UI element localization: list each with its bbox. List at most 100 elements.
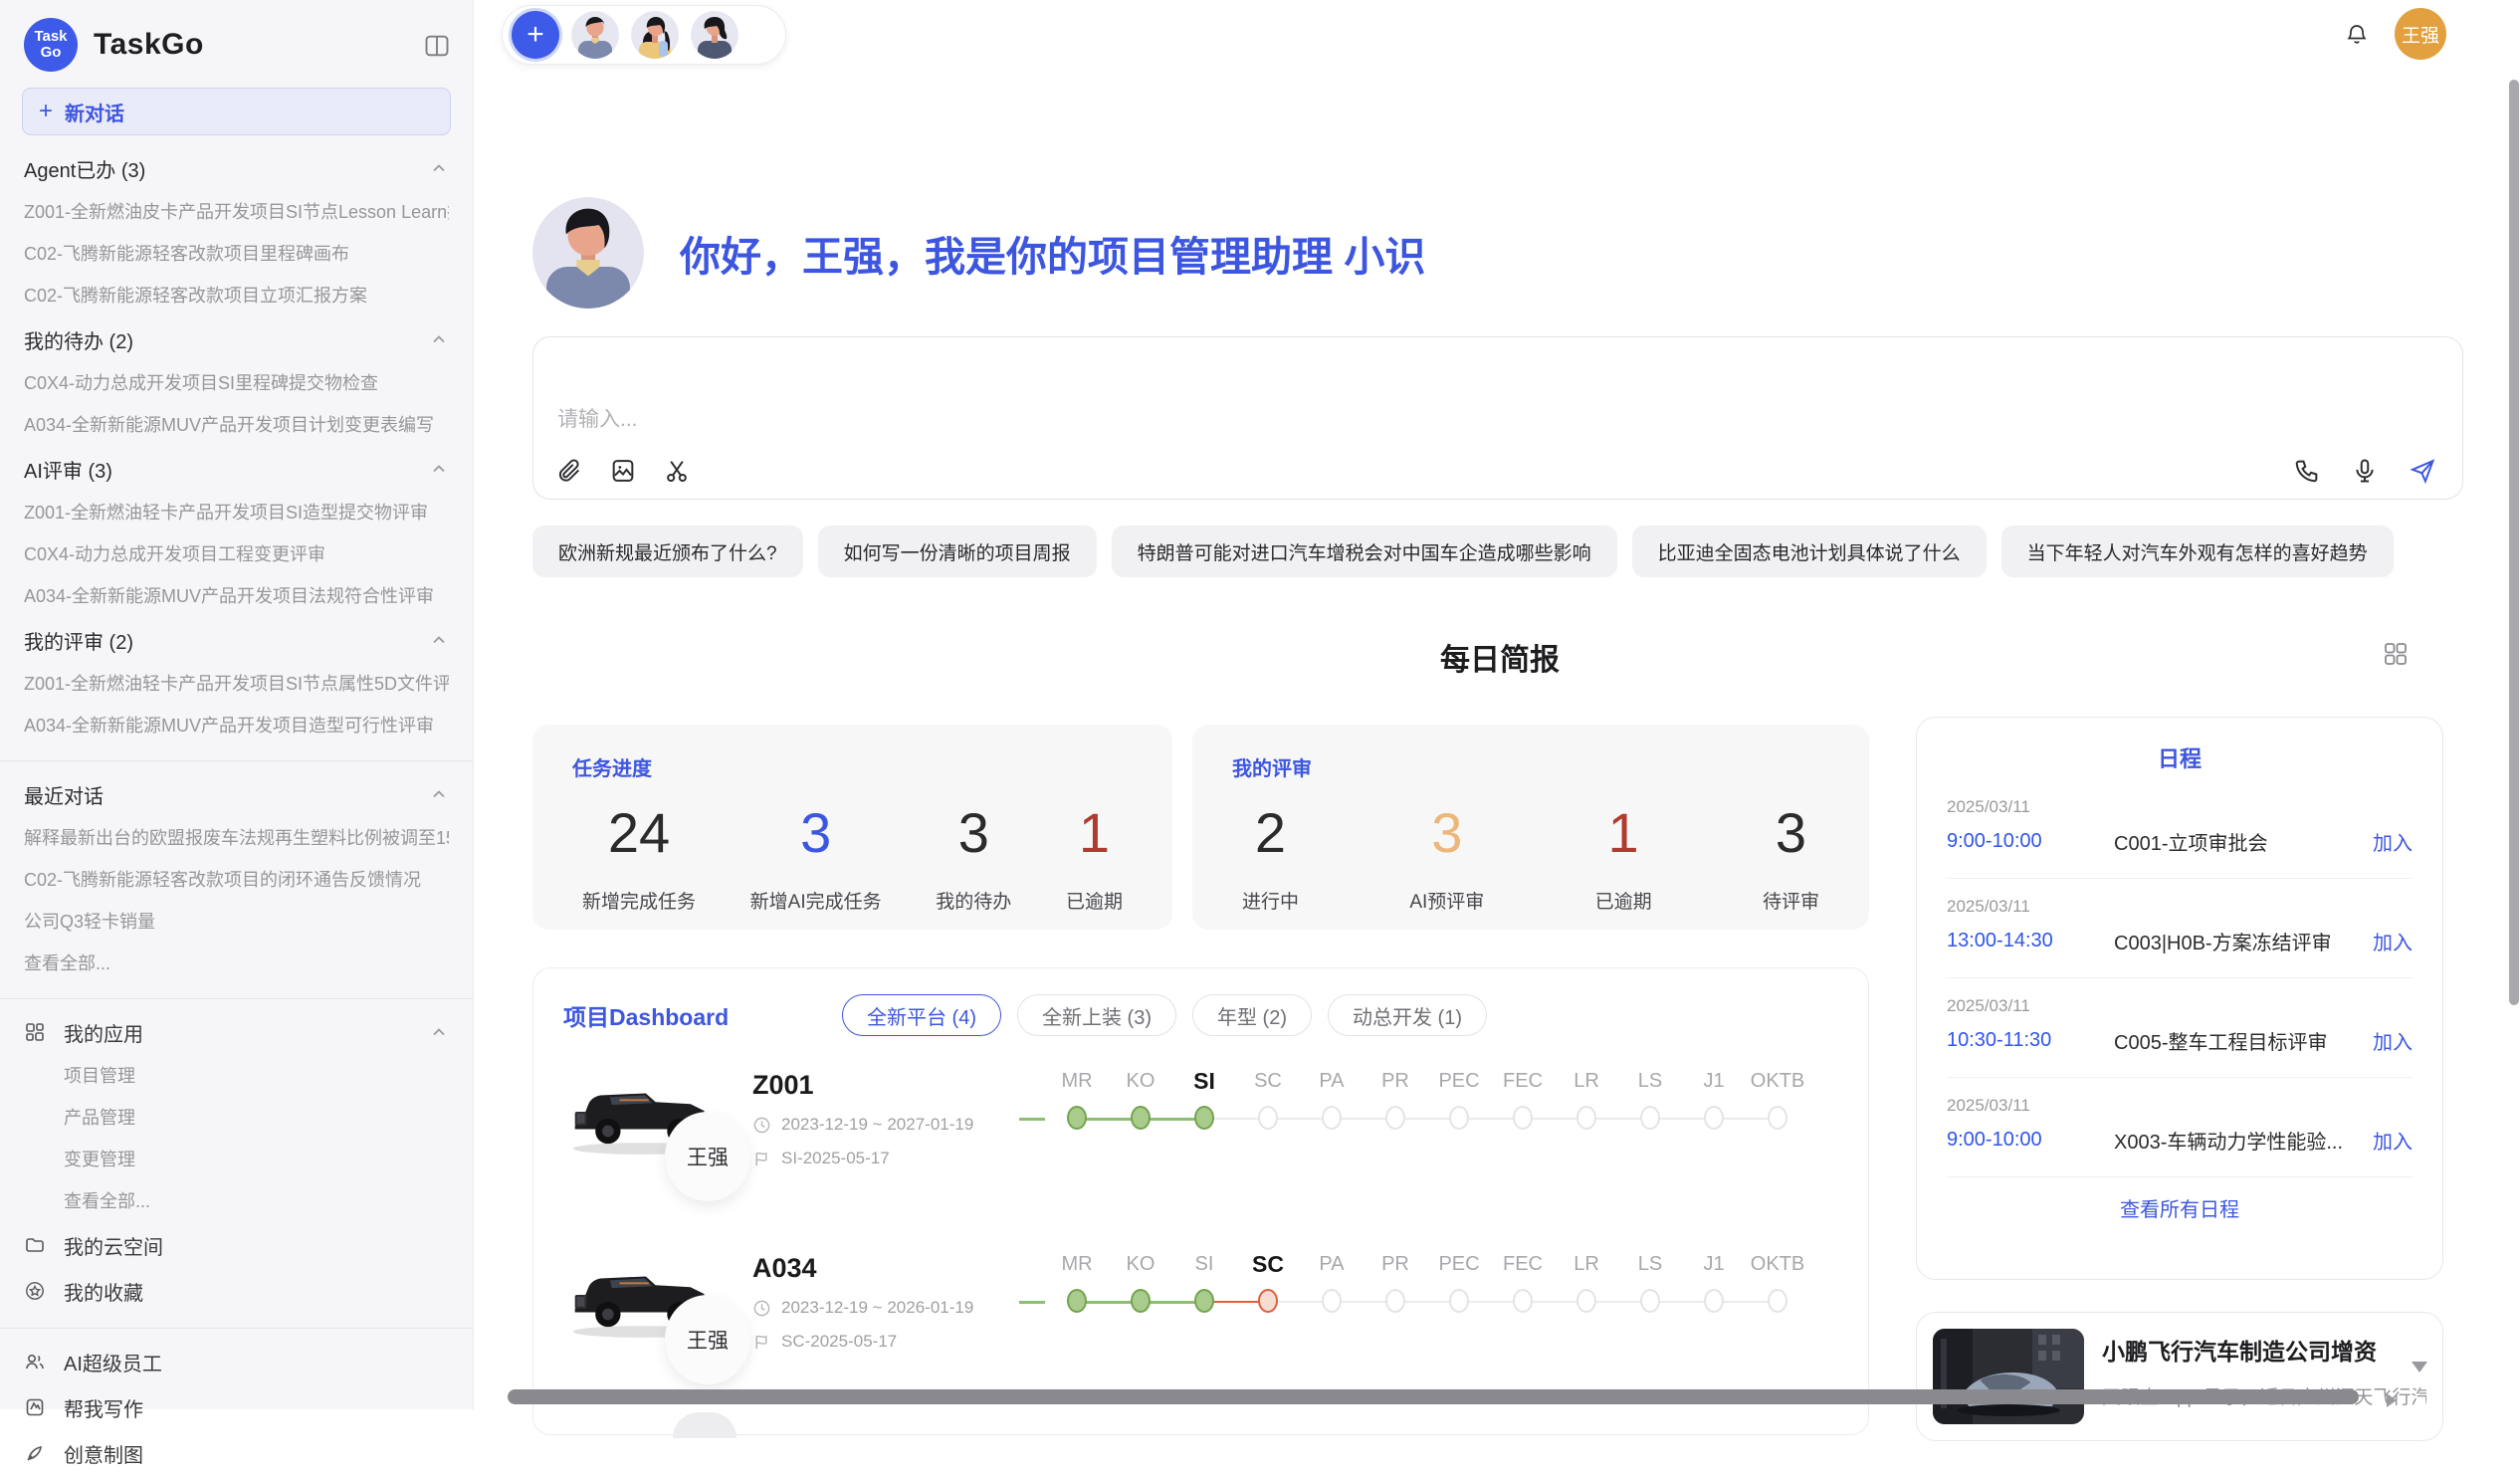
input-right-tools [2293, 457, 2436, 485]
phone-icon[interactable] [2293, 457, 2321, 485]
stat: 3 AI预评审 [1409, 797, 1484, 914]
milestone: LR [1555, 1066, 1618, 1219]
suggestion-chip[interactable]: 当下年轻人对汽车外观有怎样的喜好趋势 [2001, 526, 2394, 577]
user-avatar[interactable]: 王强 [2395, 8, 2446, 60]
main-area: + [474, 0, 2520, 1409]
section-my-todo[interactable]: 我的待办 (2) [24, 316, 449, 362]
project-row[interactable]: 王强 A034 2023-12-19 ~ 2026-01-19 [563, 1245, 1838, 1402]
chevron-up-icon[interactable] [429, 630, 449, 650]
microphone-icon[interactable] [2351, 457, 2379, 485]
list-item[interactable]: C02-飞腾新能源轻客改款项目里程碑画布 [24, 233, 449, 275]
chevron-up-icon[interactable] [429, 158, 449, 178]
divider [0, 998, 473, 999]
project-code: Z001 [752, 1070, 1019, 1101]
my-favorites[interactable]: 我的收藏 [24, 1268, 449, 1314]
list-item[interactable]: C0X4-动力总成开发项目工程变更评审 [24, 533, 449, 575]
list-item[interactable]: 公司Q3轻卡销量 [24, 901, 449, 943]
join-link[interactable]: 加入 [2373, 1026, 2413, 1055]
divider [0, 760, 473, 761]
tab-platform[interactable]: 全新平台 (4) [842, 994, 1001, 1036]
join-link[interactable]: 加入 [2373, 1126, 2413, 1155]
milestone-dot-done [1131, 1106, 1151, 1130]
ai-super-staff[interactable]: AI超级员工 [24, 1339, 449, 1384]
input-placeholder: 请输入... [557, 403, 638, 433]
list-item[interactable]: C02-飞腾新能源轻客改款项目的闭环通告反馈情况 [24, 859, 449, 901]
schedule-name: C003|H0B-方案冻结评审 [2114, 927, 2373, 955]
horizontal-scrollbar[interactable] [508, 1389, 2359, 1404]
layout-grid-icon[interactable] [2383, 641, 2409, 667]
section-recent-chats[interactable]: 最近对话 [24, 771, 449, 817]
attachment-icon[interactable] [555, 457, 583, 485]
join-link[interactable]: 加入 [2373, 927, 2413, 955]
notification-bell-icon[interactable] [2345, 22, 2369, 46]
suggestion-chip[interactable]: 欧洲新规最近颁布了什么? [532, 526, 803, 577]
milestone: J1 [1682, 1249, 1746, 1402]
news-card[interactable]: 小鹏飞行汽车制造公司增资 天眼查 App 显示，近日广州汇天飞行汽... [1916, 1312, 2443, 1441]
app-item[interactable]: 变更管理 [24, 1139, 449, 1180]
help-me-write[interactable]: 帮我写作 [24, 1384, 449, 1430]
view-all-schedule-link[interactable]: 查看所有日程 [1947, 1193, 2413, 1222]
list-item[interactable]: A034-全新新能源MUV产品开发项目法规符合性评审 [24, 575, 449, 617]
suggestion-chip[interactable]: 特朗普可能对进口汽车增税会对中国车企造成哪些影响 [1112, 526, 1617, 577]
clock-icon [752, 1299, 771, 1318]
collapse-sidebar-icon[interactable] [423, 32, 451, 60]
section-ai-review[interactable]: AI评审 (3) [24, 446, 449, 492]
schedule-time: 13:00-14:30 [1947, 930, 2114, 952]
teammate-avatar[interactable] [691, 11, 738, 59]
news-text: 小鹏飞行汽车制造公司增资 天眼查 App 显示，近日广州汇天飞行汽... [2102, 1329, 2426, 1424]
greeting-text: 你好，王强，我是你的项目管理助理 小识 [680, 223, 1425, 283]
scroll-down-arrow-icon[interactable] [2412, 1362, 2427, 1372]
creative-drawing[interactable]: 创意制图 [24, 1430, 449, 1476]
suggestion-chip[interactable]: 比亚迪全固态电池计划具体说了什么 [1632, 526, 1987, 577]
scissors-icon[interactable] [663, 457, 691, 485]
join-link[interactable]: 加入 [2373, 827, 2413, 856]
add-member-button[interactable]: + [512, 11, 559, 59]
scroll-right-arrow-icon[interactable] [2387, 1393, 2397, 1407]
project-row[interactable]: 王强 Z001 2023-12-19 ~ 2027-01-19 [563, 1062, 1838, 1219]
section-my-review[interactable]: 我的评审 (2) [24, 617, 449, 663]
star-circle-icon [24, 1280, 46, 1302]
list-item[interactable]: Z001-全新燃油轻卡产品开发项目SI造型提交物评审 [24, 492, 449, 533]
tab-model-year[interactable]: 年型 (2) [1192, 994, 1312, 1036]
new-chat-button[interactable]: + 新对话 [22, 88, 451, 135]
list-item[interactable]: C0X4-动力总成开发项目SI里程碑提交物检查 [24, 362, 449, 404]
view-all-apps-link[interactable]: 查看全部... [24, 1180, 449, 1222]
list-item[interactable]: C02-飞腾新能源轻客改款项目立项汇报方案 [24, 275, 449, 316]
send-icon[interactable] [2409, 457, 2436, 485]
list-item[interactable]: Z001-全新燃油轻卡产品开发项目SI节点属性5D文件评审 [24, 663, 449, 705]
chevron-up-icon[interactable] [429, 329, 449, 349]
my-apps-header[interactable]: 我的应用 [24, 1009, 449, 1055]
schedule-time: 9:00-10:00 [1947, 1129, 2114, 1152]
project-milestone-date: SC-2025-05-17 [752, 1332, 1019, 1352]
stat: 1 已逾期 [1066, 797, 1123, 914]
teammate-avatar[interactable] [571, 11, 619, 59]
list-item[interactable]: Z001-全新燃油皮卡产品开发项目SI节点Lesson Learn报告 [24, 191, 449, 233]
schedule-name: X003-车辆动力学性能验... [2114, 1126, 2373, 1155]
view-all-chats-link[interactable]: 查看全部... [24, 943, 449, 984]
chevron-up-icon[interactable] [429, 784, 449, 804]
teammate-avatar[interactable] [631, 11, 679, 59]
milestone: KO [1109, 1249, 1172, 1402]
vertical-scrollbar[interactable] [2509, 80, 2519, 1005]
my-cloud-space[interactable]: 我的云空间 [24, 1222, 449, 1268]
milestone-dot-todo [1449, 1289, 1469, 1313]
tab-powertrain[interactable]: 动总开发 (1) [1328, 994, 1487, 1036]
suggestion-chip[interactable]: 如何写一份清晰的项目周报 [818, 526, 1097, 577]
milestone: SC [1236, 1249, 1300, 1402]
image-icon[interactable] [609, 457, 637, 485]
sidebar: Task Go TaskGo + 新对话 Agent已办 (3) Z001-全新… [0, 0, 474, 1409]
app-item[interactable]: 项目管理 [24, 1055, 449, 1097]
tab-upfit[interactable]: 全新上装 (3) [1017, 994, 1176, 1036]
milestone-dot-todo [1322, 1289, 1342, 1313]
chat-input-box[interactable]: 请输入... [532, 336, 2463, 500]
chevron-up-icon[interactable] [429, 1022, 449, 1042]
list-item[interactable]: 解释最新出台的欧盟报废车法规再生塑料比例被调至15%... [24, 817, 449, 859]
list-item[interactable]: A034-全新新能源MUV产品开发项目造型可行性评审 [24, 705, 449, 746]
apps-grid-icon [24, 1021, 46, 1043]
section-agent-done[interactable]: Agent已办 (3) [24, 145, 449, 191]
project-info: Z001 2023-12-19 ~ 2027-01-19 [752, 1062, 1019, 1219]
app-item[interactable]: 产品管理 [24, 1097, 449, 1139]
news-image [1933, 1329, 2084, 1424]
chevron-up-icon[interactable] [429, 459, 449, 479]
list-item[interactable]: A034-全新新能源MUV产品开发项目计划变更表编写 [24, 404, 449, 446]
